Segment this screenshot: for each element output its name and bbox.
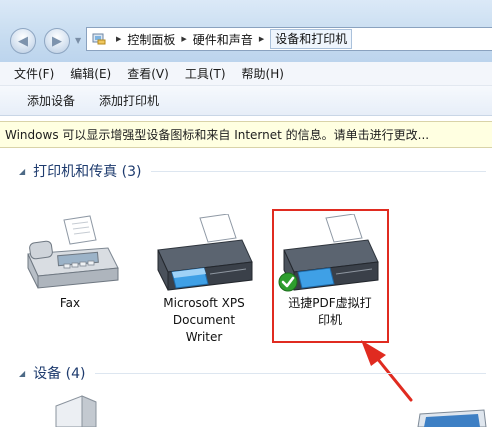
group-header-devices[interactable]: ◢ 设备 (4) xyxy=(0,362,492,384)
breadcrumb-separator-icon[interactable]: ▶ xyxy=(259,35,264,43)
menu-view[interactable]: 查看(V) xyxy=(127,65,169,82)
breadcrumb-hardware-and-sound[interactable]: 硬件和声音 xyxy=(193,31,253,48)
device-label-line2: Document xyxy=(172,313,236,327)
add-device-button[interactable]: 添加设备 xyxy=(27,92,75,109)
device-item[interactable] xyxy=(46,394,106,427)
back-button[interactable]: ◀ xyxy=(10,28,36,54)
forward-arrow-icon: ▶ xyxy=(52,33,62,49)
back-arrow-icon: ◀ xyxy=(18,33,28,49)
device-fax[interactable]: Fax xyxy=(20,214,120,312)
forward-button[interactable]: ▶ xyxy=(44,28,70,54)
fax-icon xyxy=(27,215,119,289)
breadcrumb-separator-icon[interactable]: ▶ xyxy=(181,35,186,43)
breadcrumb-control-panel[interactable]: 控制面板 xyxy=(127,31,175,48)
menu-help[interactable]: 帮助(H) xyxy=(242,65,284,82)
device-xps-writer[interactable]: Microsoft XPS Document Writer xyxy=(148,213,260,346)
navigation-bar: ◀ ▶ ▼ ▶ 控制面板 ▶ 硬件和声音 ▶ 设备和打印机 xyxy=(0,0,492,62)
group-divider xyxy=(95,372,486,374)
group-title-devices: 设备 (4) xyxy=(33,366,86,382)
device-label-line1: Microsoft XPS xyxy=(163,296,245,310)
device-label: Fax xyxy=(59,296,81,310)
menu-bar: 文件(F) 编辑(E) 查看(V) 工具(T) 帮助(H) xyxy=(0,62,492,86)
address-bar[interactable]: ▶ 控制面板 ▶ 硬件和声音 ▶ 设备和打印机 xyxy=(86,27,492,51)
device-label-line3: Writer xyxy=(185,330,223,344)
printer-icon xyxy=(157,213,253,291)
control-panel-icon xyxy=(92,33,106,45)
highlight-box xyxy=(272,209,389,343)
device-item[interactable] xyxy=(414,408,492,427)
menu-file[interactable]: 文件(F) xyxy=(14,65,54,82)
info-bar-text: Windows 可以显示增强型设备图标和来自 Internet 的信息。请单击进… xyxy=(5,128,430,142)
info-bar[interactable]: Windows 可以显示增强型设备图标和来自 Internet 的信息。请单击进… xyxy=(0,121,492,148)
collapse-triangle-icon[interactable]: ◢ xyxy=(19,369,25,378)
device-icon xyxy=(55,395,97,427)
collapse-triangle-icon[interactable]: ◢ xyxy=(19,167,25,176)
group-header-printers[interactable]: ◢ 打印机和传真 (3) xyxy=(0,160,492,182)
menu-tools[interactable]: 工具(T) xyxy=(185,65,226,82)
command-bar: 添加设备 添加打印机 xyxy=(0,86,492,116)
menu-edit[interactable]: 编辑(E) xyxy=(70,65,111,82)
add-printer-button[interactable]: 添加打印机 xyxy=(99,92,159,109)
recent-pages-chevron-icon[interactable]: ▼ xyxy=(75,36,81,45)
monitor-icon xyxy=(417,409,487,427)
breadcrumb-separator-icon[interactable]: ▶ xyxy=(116,35,121,43)
group-title-printers: 打印机和传真 (3) xyxy=(33,164,142,180)
breadcrumb-devices-and-printers[interactable]: 设备和打印机 xyxy=(270,29,353,49)
group-divider xyxy=(151,170,486,172)
